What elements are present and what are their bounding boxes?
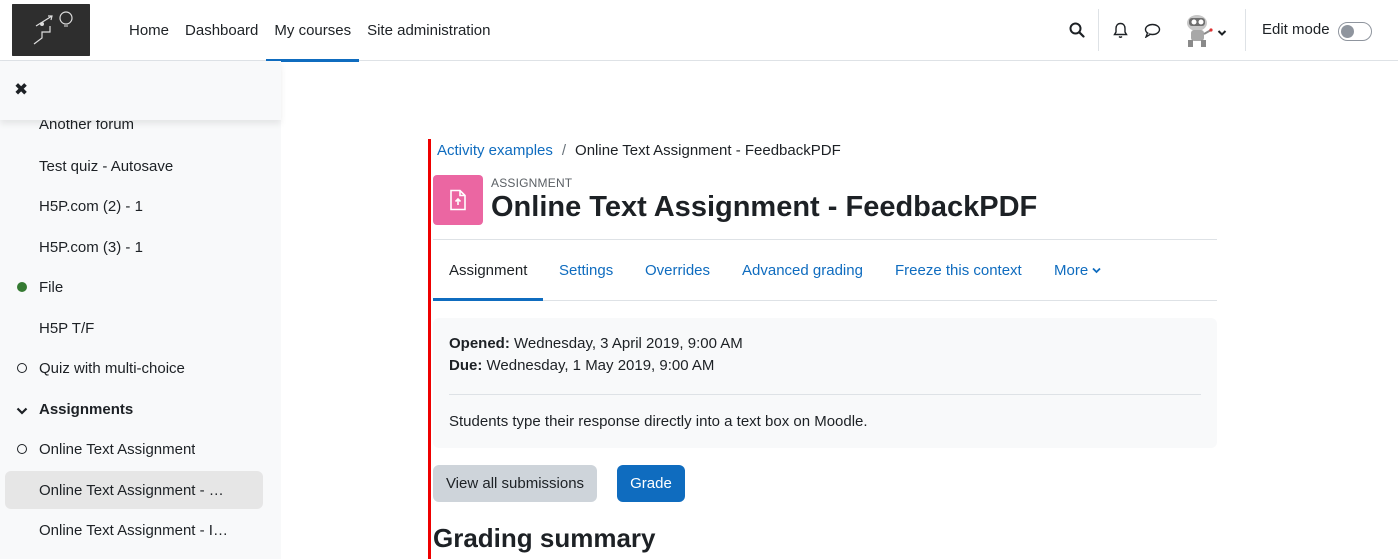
page-title: Online Text Assignment - FeedbackPDF (491, 191, 1038, 223)
top-navbar: Home Dashboard My courses Site administr… (0, 0, 1398, 62)
opened-label: Opened: (449, 335, 510, 352)
due-label: Due: (449, 357, 483, 374)
bell-icon[interactable] (1109, 19, 1131, 41)
course-index-item[interactable]: H5P.com (2) - 1 (5, 187, 263, 225)
primary-navigation: Home Dashboard My courses Site administr… (121, 0, 499, 62)
course-index-item[interactable]: H5P T/F (5, 309, 263, 347)
navbar-divider (1245, 9, 1246, 51)
chalkboard-logo-icon (12, 4, 90, 56)
course-index-item-label: H5P.com (3) - 1 (39, 238, 143, 256)
activity-type-label: ASSIGNMENT (491, 176, 573, 190)
activity-dates: Opened: Wednesday, 3 April 2019, 9:00 AM… (433, 318, 1217, 448)
course-index-section[interactable]: Assignments (5, 390, 263, 428)
opened-date: Opened: Wednesday, 3 April 2019, 9:00 AM (449, 335, 743, 352)
due-date: Due: Wednesday, 1 May 2019, 9:00 AM (449, 357, 714, 374)
view-all-submissions-button[interactable]: View all submissions (433, 465, 597, 502)
tab-advanced-grading[interactable]: Advanced grading (742, 240, 863, 300)
tab-overrides[interactable]: Overrides (645, 240, 710, 300)
breadcrumb-link-activity-examples[interactable]: Activity examples (437, 142, 553, 159)
course-index-item-label: File (39, 278, 64, 296)
activity-description: Students type their response directly in… (449, 413, 868, 430)
chevron-down-icon (1092, 267, 1101, 273)
nav-site-administration[interactable]: Site administration (359, 0, 498, 61)
course-index-item[interactable]: Quiz with multi-choice (5, 349, 263, 387)
tab-assignment[interactable]: Assignment (432, 240, 544, 301)
navbar-divider (1098, 9, 1099, 51)
completion-todo-icon (17, 444, 27, 454)
course-index-item[interactable]: Online Text Assignment - I… (5, 511, 263, 549)
secondary-navigation: Assignment Settings Overrides Advanced g… (432, 239, 1217, 301)
tab-more[interactable]: More (1054, 240, 1101, 300)
course-index-item-label: H5P T/F (39, 319, 95, 337)
chevron-down-icon[interactable] (16, 403, 28, 415)
user-avatar[interactable] (1180, 12, 1214, 48)
assignment-icon (433, 175, 483, 225)
tab-freeze-this-context[interactable]: Freeze this context (895, 240, 1022, 300)
chevron-down-icon[interactable] (1217, 24, 1229, 36)
tab-settings[interactable]: Settings (559, 240, 613, 300)
chat-icon[interactable] (1141, 19, 1163, 41)
edit-mode-label: Edit mode (1262, 21, 1330, 38)
course-index-item-label: Quiz with multi-choice (39, 359, 185, 377)
course-index-item[interactable]: Online Text Assignment (5, 430, 263, 468)
course-index-drawer: ✖ Another forum Test quiz - Autosave H5P… (0, 61, 281, 559)
course-index-item-label: H5P.com (2) - 1 (39, 197, 143, 215)
tab-more-label: More (1054, 261, 1089, 279)
nav-my-courses[interactable]: My courses (266, 0, 359, 62)
course-index-item-label: Online Text Assignment (39, 440, 196, 458)
completion-todo-icon (17, 363, 27, 373)
course-index-item[interactable]: Test quiz - Autosave (5, 147, 263, 185)
edit-mode-toggle[interactable] (1338, 22, 1372, 41)
grading-summary-heading: Grading summary (433, 523, 656, 553)
course-index-item-label: Online Text Assignment - … (39, 481, 224, 499)
search-icon[interactable] (1066, 19, 1088, 41)
course-index-item-label: Online Text Assignment - I… (39, 521, 228, 539)
course-index-item-active[interactable]: Online Text Assignment - … (5, 471, 263, 509)
highlight-line (428, 139, 431, 559)
course-index-item-label: Test quiz - Autosave (39, 157, 174, 175)
toggle-knob (1341, 25, 1354, 38)
nav-dashboard[interactable]: Dashboard (177, 0, 266, 61)
divider (449, 394, 1201, 395)
grade-button[interactable]: Grade (617, 465, 685, 502)
breadcrumb: Activity examples / Online Text Assignme… (437, 142, 841, 159)
course-index-item[interactable]: H5P.com (3) - 1 (5, 228, 263, 266)
breadcrumb-separator: / (561, 142, 567, 159)
drawer-header: ✖ (0, 61, 281, 120)
nav-home[interactable]: Home (121, 0, 177, 61)
due-value: Wednesday, 1 May 2019, 9:00 AM (486, 357, 715, 374)
completion-done-icon (17, 282, 27, 292)
site-logo[interactable] (12, 4, 90, 56)
course-index-section-label: Assignments (39, 400, 134, 418)
breadcrumb-current: Online Text Assignment - FeedbackPDF (575, 142, 841, 159)
opened-value: Wednesday, 3 April 2019, 9:00 AM (514, 335, 743, 352)
course-index-item[interactable]: File (5, 268, 263, 306)
close-icon[interactable]: ✖ (14, 81, 30, 99)
